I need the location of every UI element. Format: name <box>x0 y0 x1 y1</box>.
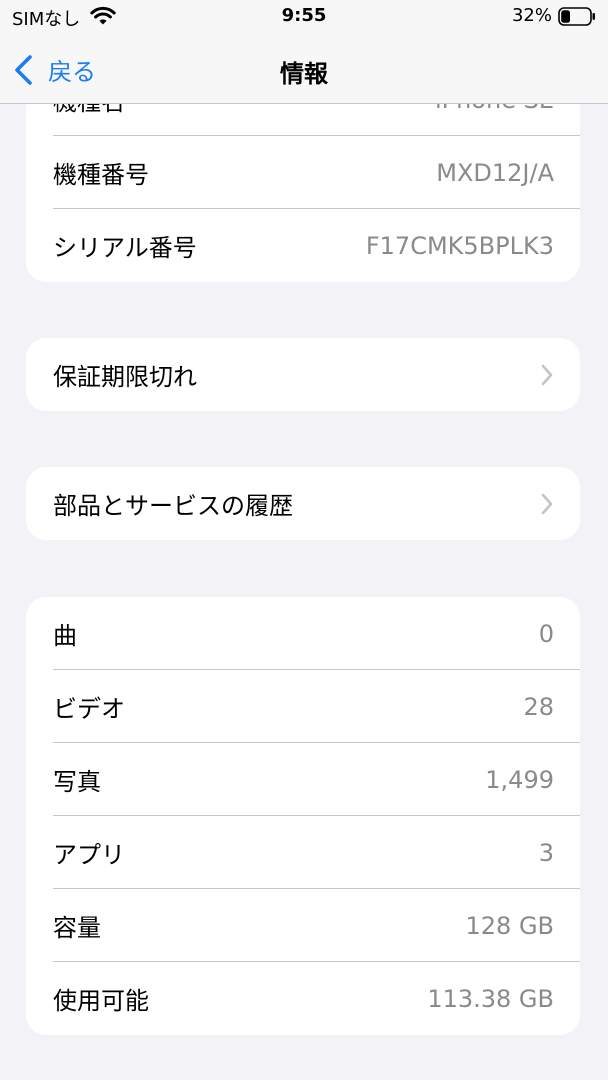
row-value: 1,499 <box>485 765 554 794</box>
row-label: 部品とサービスの履歴 <box>53 492 293 520</box>
battery-icon <box>558 7 595 26</box>
settings-about-screen: 機種名 iPhone SE 機種番号 MXD12J/A シリアル番号 F17CM… <box>0 0 608 1080</box>
status-bar: SIMなし 9:55 32% <box>0 0 608 36</box>
warranty-group: 保証期限切れ <box>26 338 580 411</box>
battery-percentage: 32% <box>511 5 552 26</box>
chevron-right-icon <box>541 364 553 385</box>
row-label: アプリ <box>53 841 125 869</box>
apps-row: アプリ 3 <box>26 816 580 889</box>
model-number-row[interactable]: 機種番号 MXD12J/A <box>26 136 580 209</box>
songs-row: 曲 0 <box>26 597 580 670</box>
row-value: 128 GB <box>465 911 555 940</box>
row-label: 曲 <box>53 622 77 650</box>
row-value: 0 <box>538 619 554 648</box>
row-label: 保証期限切れ <box>53 363 197 391</box>
row-value: 28 <box>523 692 554 721</box>
row-label: 写真 <box>53 768 101 796</box>
row-label: 容量 <box>53 914 101 942</box>
capacity-row: 容量 128 GB <box>26 889 580 962</box>
videos-row: ビデオ 28 <box>26 670 580 743</box>
row-value: F17CMK5BPLK3 <box>365 231 554 260</box>
nav-bar: 戻る 情報 <box>0 36 608 104</box>
available-row: 使用可能 113.38 GB <box>26 962 580 1035</box>
media-stats-group: 曲 0 ビデオ 28 写真 1,499 アプリ 3 容量 128 GB 使用可能… <box>26 597 580 1035</box>
row-label: 使用可能 <box>53 987 149 1015</box>
warranty-row[interactable]: 保証期限切れ <box>26 338 580 411</box>
serial-number-row[interactable]: シリアル番号 F17CMK5BPLK3 <box>26 209 580 282</box>
photos-row: 写真 1,499 <box>26 743 580 816</box>
row-value: 3 <box>538 838 554 867</box>
row-value: MXD12J/A <box>436 158 554 187</box>
row-label: 機種番号 <box>53 161 149 189</box>
parts-history-row[interactable]: 部品とサービスの履歴 <box>26 467 580 540</box>
row-label: ビデオ <box>53 695 125 723</box>
row-value: 113.38 GB <box>427 984 554 1013</box>
parts-history-group: 部品とサービスの履歴 <box>26 467 580 540</box>
chevron-right-icon <box>541 493 553 514</box>
row-label: シリアル番号 <box>53 234 197 262</box>
page-title: 情報 <box>280 60 328 88</box>
